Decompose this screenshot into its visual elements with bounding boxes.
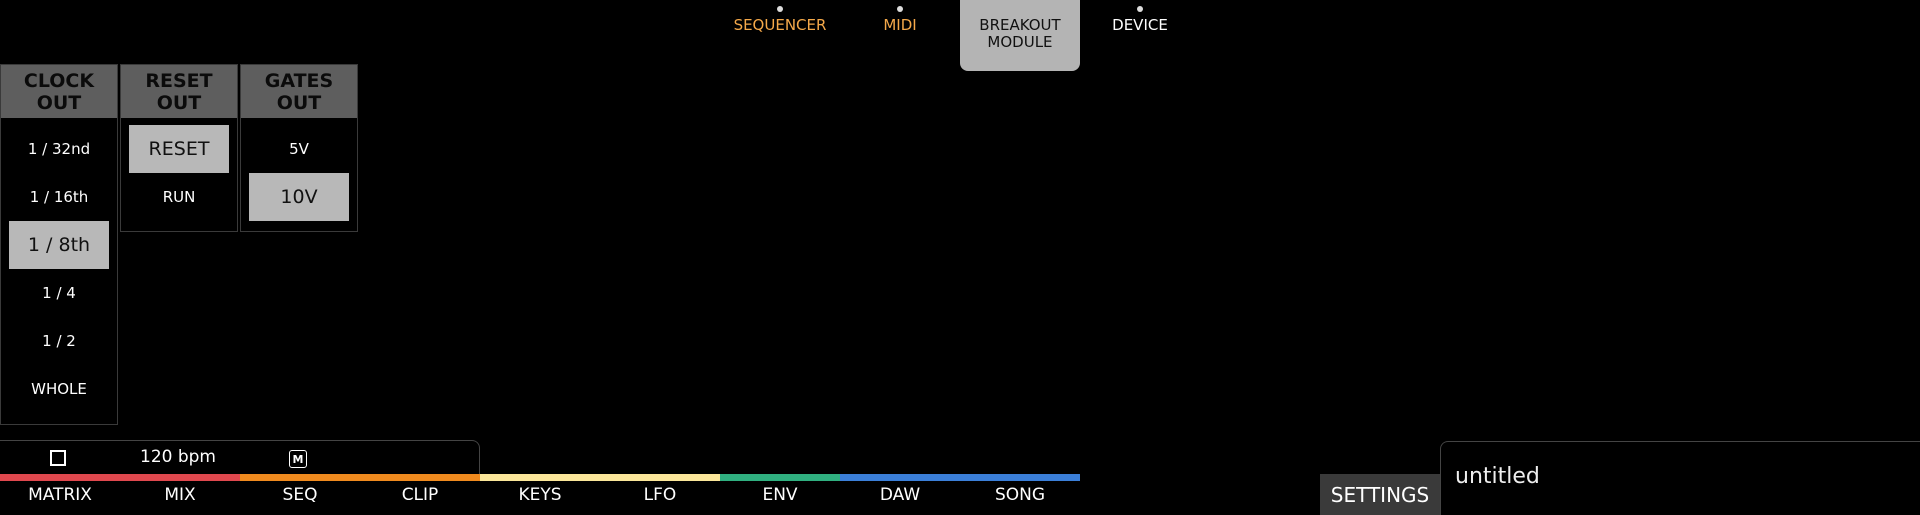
- gates-option-10v[interactable]: 10V: [241, 173, 357, 221]
- settings-button[interactable]: SETTINGS: [1320, 474, 1440, 515]
- tab-label: SEQUENCER: [733, 16, 827, 34]
- nav-matrix[interactable]: MATRIX: [0, 481, 120, 515]
- stripe-segment: [0, 474, 120, 481]
- indicator-dot: [777, 6, 783, 12]
- clock-out-header: CLOCK OUT: [1, 65, 117, 118]
- stripe-segment: [720, 474, 840, 481]
- clock-option-32nd[interactable]: 1 / 32nd: [1, 125, 117, 173]
- color-stripe: [0, 474, 1080, 481]
- clock-option-whole[interactable]: WHOLE: [1, 365, 117, 413]
- stripe-segment: [960, 474, 1080, 481]
- gates-option-5v[interactable]: 5V: [241, 125, 357, 173]
- nav-clip[interactable]: CLIP: [360, 481, 480, 515]
- reset-out-panel: RESET OUT RESET RUN: [120, 64, 238, 232]
- tab-label: DEVICE: [1112, 16, 1168, 34]
- project-name: untitled: [1455, 464, 1540, 489]
- tab-breakout-module[interactable]: BREAKOUT MODULE: [960, 0, 1080, 71]
- nav-env[interactable]: ENV: [720, 481, 840, 515]
- tab-midi[interactable]: MIDI: [840, 0, 960, 71]
- clock-option-16th[interactable]: 1 / 16th: [1, 173, 117, 221]
- gates-out-panel: GATES OUT 5V 10V: [240, 64, 358, 232]
- top-nav: SEQUENCER MIDI BREAKOUT MODULE DEVICE: [720, 0, 1200, 71]
- indicator-dot: [897, 6, 903, 12]
- stripe-segment: [360, 474, 480, 481]
- reset-out-header: RESET OUT: [121, 65, 237, 118]
- project-name-panel[interactable]: untitled: [1440, 441, 1920, 515]
- nav-lfo[interactable]: LFO: [600, 481, 720, 515]
- midi-icon[interactable]: M: [289, 450, 307, 468]
- reset-option-reset[interactable]: RESET: [121, 125, 237, 173]
- stop-icon[interactable]: [50, 450, 66, 466]
- stripe-segment: [480, 474, 600, 481]
- stripe-segment: [600, 474, 720, 481]
- nav-daw[interactable]: DAW: [840, 481, 960, 515]
- transport-bar: 120 bpm M: [0, 440, 480, 474]
- nav-mix[interactable]: MIX: [120, 481, 240, 515]
- indicator-dot: [1137, 6, 1143, 12]
- clock-option-quarter[interactable]: 1 / 4: [1, 269, 117, 317]
- reset-option-run[interactable]: RUN: [121, 173, 237, 221]
- clock-out-panel: CLOCK OUT 1 / 32nd 1 / 16th 1 / 8th 1 / …: [0, 64, 118, 425]
- stripe-segment: [840, 474, 960, 481]
- stripe-segment: [240, 474, 360, 481]
- clock-option-8th[interactable]: 1 / 8th: [1, 221, 117, 269]
- tab-label: BREAKOUT MODULE: [979, 16, 1061, 51]
- bottom-nav: MATRIX MIX SEQ CLIP KEYS LFO ENV DAW SON…: [0, 481, 1080, 515]
- nav-keys[interactable]: KEYS: [480, 481, 600, 515]
- nav-seq[interactable]: SEQ: [240, 481, 360, 515]
- nav-song[interactable]: SONG: [960, 481, 1080, 515]
- bpm-display[interactable]: 120 bpm: [140, 447, 216, 467]
- gates-out-header: GATES OUT: [241, 65, 357, 118]
- tab-sequencer[interactable]: SEQUENCER: [720, 0, 840, 71]
- tab-device[interactable]: DEVICE: [1080, 0, 1200, 71]
- stripe-segment: [120, 474, 240, 481]
- tab-label: MIDI: [883, 16, 917, 34]
- clock-option-half[interactable]: 1 / 2: [1, 317, 117, 365]
